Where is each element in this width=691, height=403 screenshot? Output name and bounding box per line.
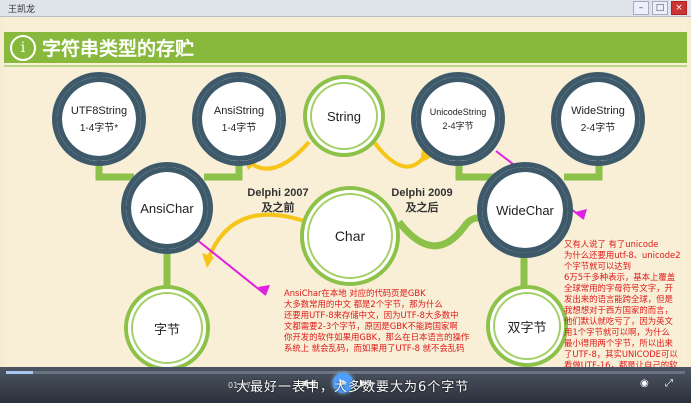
minimize-icon[interactable]: – [633,1,649,15]
node-widestring: WideString 2-4字节 [556,77,640,161]
node-ansichar: AnsiChar [126,167,208,249]
node-ansichar-name: AnsiChar [140,200,194,216]
node-utf8string-name: UTF8String [70,104,128,117]
note-right-line: 为什么还要用utf-8、unicode2 [564,250,681,260]
node-utf8string-size: 1-4字节* [79,122,119,134]
label-delphi2009-range: 及之后 [405,202,439,214]
node-doublebyte-name: 双字节 [507,319,547,335]
note-right-line: 发出来的语言能跨全球，但是 [564,294,673,304]
note-left-line: 你开发的软件如果用GBK，那么在日本语言的操作 [284,332,470,342]
label-delphi2009-version: Delphi 2009 [391,187,453,199]
node-byte: 字节 [128,289,206,367]
volume-icon[interactable]: ◉ [640,378,649,389]
progress-fill [6,371,34,374]
note-right-line: 个字节就可以达到 [564,261,631,271]
node-char-name: Char [334,228,366,244]
node-string: String [307,79,381,153]
node-widechar-name: WideChar [496,202,554,218]
fullscreen-icon[interactable]: ⤢ [665,378,673,389]
window-title: 王凯龙 [8,5,36,15]
node-utf8string: UTF8String 1-4字节* [57,77,141,161]
window-controls: – □ × [633,1,687,15]
node-widechar: WideChar [482,167,568,253]
note-left-line: 系统上 就会乱码，而如果用了UTF-8 就不会乱码 [284,343,465,353]
node-unicodestring-size: 2-4字节 [442,120,474,131]
node-widestring-size: 2-4字节 [580,122,616,134]
slide-canvas: i 字符串类型的存贮 UTF8String 1-4字节* AnsiString … [4,17,687,370]
note-right-line: 我想想对于西方国家的而言， [564,305,673,315]
subtitle-text: 大最好一表中，大多数要大为6个字节 [236,380,470,395]
note-left-line: 文都需要2-3个字节，原因是GBK不能跨国家啊 [284,321,458,331]
note-right-line: 他们默认就吃亏了，因为英文 [564,316,673,326]
note-left: AnsiChar在本地 对应的代码页是GBK 大多数常用的中文 都是2个字节，那… [284,288,484,354]
node-widestring-name: WideString [571,104,625,117]
note-right-line: 用1个字节就可以啊，为什么 [564,327,670,337]
note-right-line: 6万5千多种表示，基本上覆盖 [564,272,676,282]
note-right-line: 又有人说了 有了unicode [564,239,659,249]
node-ansistring-size: 1-4字节 [221,122,257,134]
maximize-icon[interactable]: □ [652,1,668,15]
node-ansistring: AnsiString 1-4字节 [197,77,281,161]
node-doublebyte: 双字节 [490,289,564,363]
node-byte-name: 字节 [153,321,180,337]
note-right: 又有人说了 有了unicode 为什么还要用utf-8、unicode2 个字节… [564,239,686,371]
close-icon[interactable]: × [671,1,687,15]
label-delphi2007-version: Delphi 2007 [247,187,309,199]
label-delphi2007-range: 及之前 [261,202,295,214]
note-right-line: 最小得用两个字节，所以出来 [564,338,673,348]
note-left-line: 还要用UTF-8来存储中文，因为UTF-8大多数中 [284,310,459,320]
arrow-string-unicodestring [372,140,426,169]
note-left-line: 大多数常用的中文 都是2个字节，那为什么 [284,299,443,309]
node-unicodestring-name: UnicodeString [429,106,487,117]
window-titlebar: 王凯龙 – □ × [0,0,691,17]
note-right-line: 全球常用的字母符号文字，开 [564,283,673,293]
label-delphi2009: Delphi 2009 及之后 [382,187,462,215]
node-ansistring-name: AnsiString [213,104,265,117]
connector-char-widechar [396,214,491,250]
note-right-line: 了UTF-8，其实UNICODE可以 [564,349,678,359]
note-left-line: AnsiChar在本地 对应的代码页是GBK [284,288,426,298]
arrow-char-ansichar [207,212,308,258]
label-delphi2007: Delphi 2007 及之前 [238,187,318,215]
video-controls: 01:07 ◀◀ ▶ ▶▶ ◉ ⤢ 大最好一表中，大多数要大为6个字节 [0,367,691,403]
node-unicodestring: UnicodeString 2-4字节 [416,77,500,161]
node-string-name: String [327,108,361,124]
